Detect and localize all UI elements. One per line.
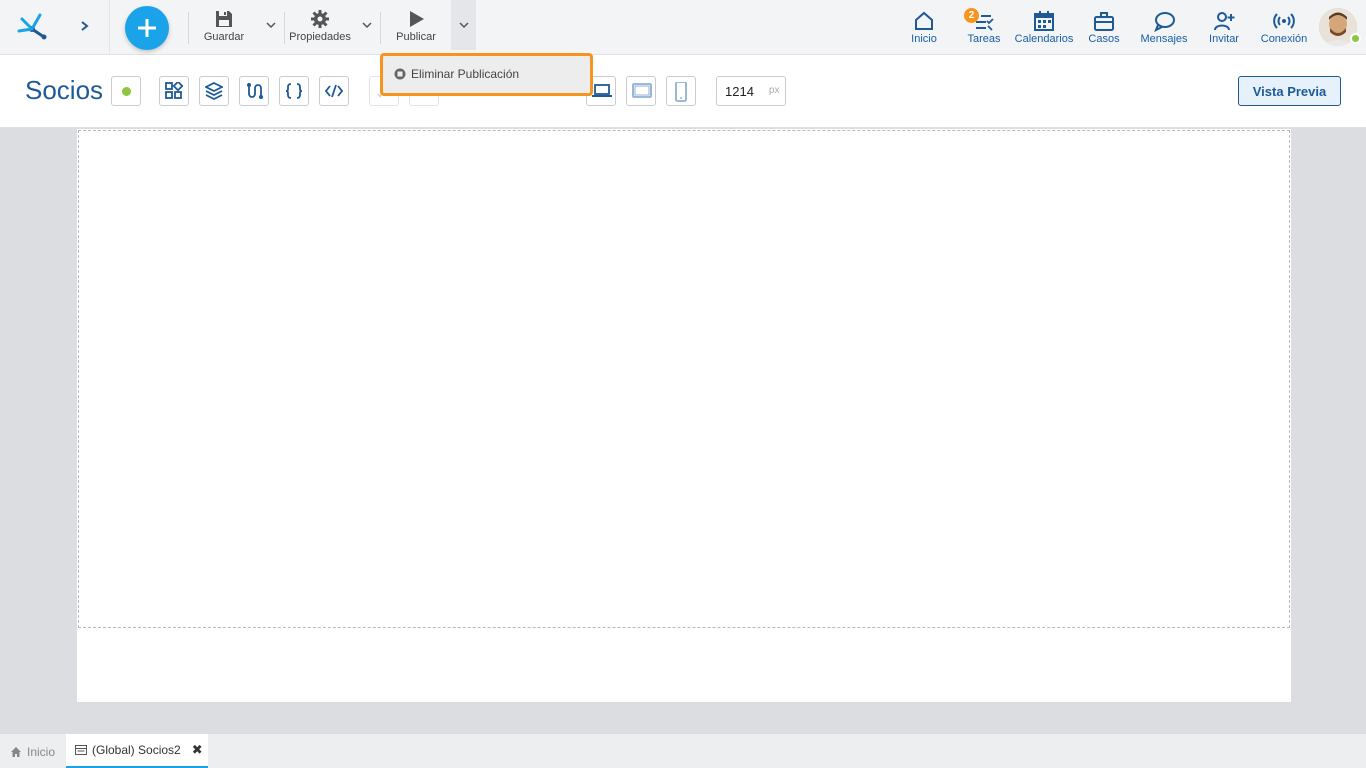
- save-label: Guardar: [203, 31, 245, 43]
- variables-button[interactable]: [239, 76, 269, 106]
- divider: [284, 12, 285, 44]
- nav-invitar-label: Invitar: [1209, 33, 1239, 45]
- active-status-dot: [122, 87, 131, 96]
- plus-icon: [138, 19, 156, 37]
- document-tabs: Inicio (Global) Socios2 ✖: [0, 733, 1366, 768]
- editor-toolbar: Socios 1214 px Vista Previa: [0, 55, 1366, 128]
- preview-button[interactable]: Vista Previa: [1238, 76, 1341, 106]
- nav-calendarios[interactable]: Calendarios: [1012, 8, 1076, 48]
- chat-bubble-icon: [1154, 12, 1175, 32]
- save-button[interactable]: Guardar: [198, 6, 250, 50]
- laptop-icon: [592, 84, 612, 97]
- divider: [380, 12, 381, 44]
- close-tab-icon[interactable]: ✖: [192, 742, 203, 758]
- home-icon: [11, 746, 21, 757]
- nav-conexion[interactable]: Conexión: [1258, 8, 1310, 48]
- nav-calendarios-label: Calendarios: [1014, 33, 1074, 45]
- publish-dropdown-menu: Eliminar Publicación: [380, 53, 593, 96]
- canvas-width-unit: px: [769, 85, 780, 96]
- canvas-width-value: 1214: [725, 84, 754, 99]
- form-icon: [75, 745, 87, 755]
- divider: [188, 12, 189, 44]
- wireless-signal-icon: [1273, 13, 1295, 29]
- stop-circle-icon: [394, 68, 406, 80]
- device-mobile-button[interactable]: [666, 76, 696, 106]
- calendar-icon: [1034, 11, 1054, 31]
- nav-conexion-label: Conexión: [1260, 33, 1308, 45]
- nav-mensajes[interactable]: Mensajes: [1138, 8, 1190, 48]
- script-button[interactable]: [279, 76, 309, 106]
- publish-button[interactable]: Publicar: [390, 6, 442, 50]
- nav-inicio-label: Inicio: [911, 33, 937, 45]
- add-button[interactable]: [125, 6, 169, 50]
- nav-tareas-label: Tareas: [967, 33, 1001, 45]
- tab-active-label: (Global) Socios2: [92, 743, 181, 757]
- tablet-icon: [632, 83, 652, 98]
- nav-casos-label: Casos: [1088, 33, 1120, 45]
- app-logo-icon[interactable]: [14, 9, 50, 45]
- design-canvas[interactable]: [77, 129, 1291, 702]
- tab-global-socios2[interactable]: (Global) Socios2 ✖: [66, 734, 208, 768]
- widgets-icon: [165, 82, 183, 99]
- nav-casos[interactable]: Casos: [1086, 8, 1122, 48]
- status-toggle[interactable]: [111, 76, 141, 106]
- chevron-down-icon[interactable]: [457, 18, 471, 32]
- drop-zone[interactable]: [78, 130, 1290, 628]
- nav-invitar[interactable]: Invitar: [1204, 8, 1244, 48]
- tab-inicio-label: Inicio: [27, 744, 56, 759]
- code-icon: [325, 84, 343, 98]
- properties-label: Propiedades: [289, 31, 351, 43]
- canvas-width-field[interactable]: 1214 px: [716, 76, 786, 106]
- briefcase-icon: [1094, 12, 1114, 31]
- logo-area: [0, 0, 110, 54]
- nav-mensajes-label: Mensajes: [1140, 33, 1188, 45]
- home-icon: [915, 11, 933, 30]
- tab-inicio[interactable]: Inicio: [10, 734, 55, 768]
- top-bar: Guardar Propiedades Publicar Inicio Tare…: [0, 0, 1366, 55]
- menu-item-label: Eliminar Publicación: [411, 67, 520, 81]
- curly-braces-icon: [285, 83, 303, 99]
- publish-label: Publicar: [396, 31, 436, 43]
- properties-button[interactable]: Propiedades: [288, 6, 352, 50]
- menu-item-eliminar-publicacion[interactable]: Eliminar Publicación: [394, 67, 519, 81]
- play-icon: [410, 11, 424, 27]
- chevron-down-icon[interactable]: [264, 18, 278, 32]
- controls-button[interactable]: [159, 76, 189, 106]
- nav-inicio[interactable]: Inicio: [904, 8, 944, 48]
- tasks-count-badge: 2: [964, 8, 979, 23]
- chevron-right-icon[interactable]: [76, 16, 94, 36]
- floppy-disk-icon: [216, 11, 232, 27]
- route-icon: [247, 83, 263, 99]
- mobile-phone-icon: [675, 82, 687, 102]
- layers-button[interactable]: [199, 76, 229, 106]
- code-button[interactable]: [319, 76, 349, 106]
- device-tablet-button[interactable]: [626, 76, 656, 106]
- chevron-down-icon[interactable]: [360, 18, 374, 32]
- gear-icon: [311, 10, 329, 28]
- page-title: Socios: [25, 75, 104, 105]
- add-user-icon: [1214, 12, 1235, 31]
- layers-icon: [205, 82, 223, 100]
- online-status-indicator: [1350, 33, 1361, 44]
